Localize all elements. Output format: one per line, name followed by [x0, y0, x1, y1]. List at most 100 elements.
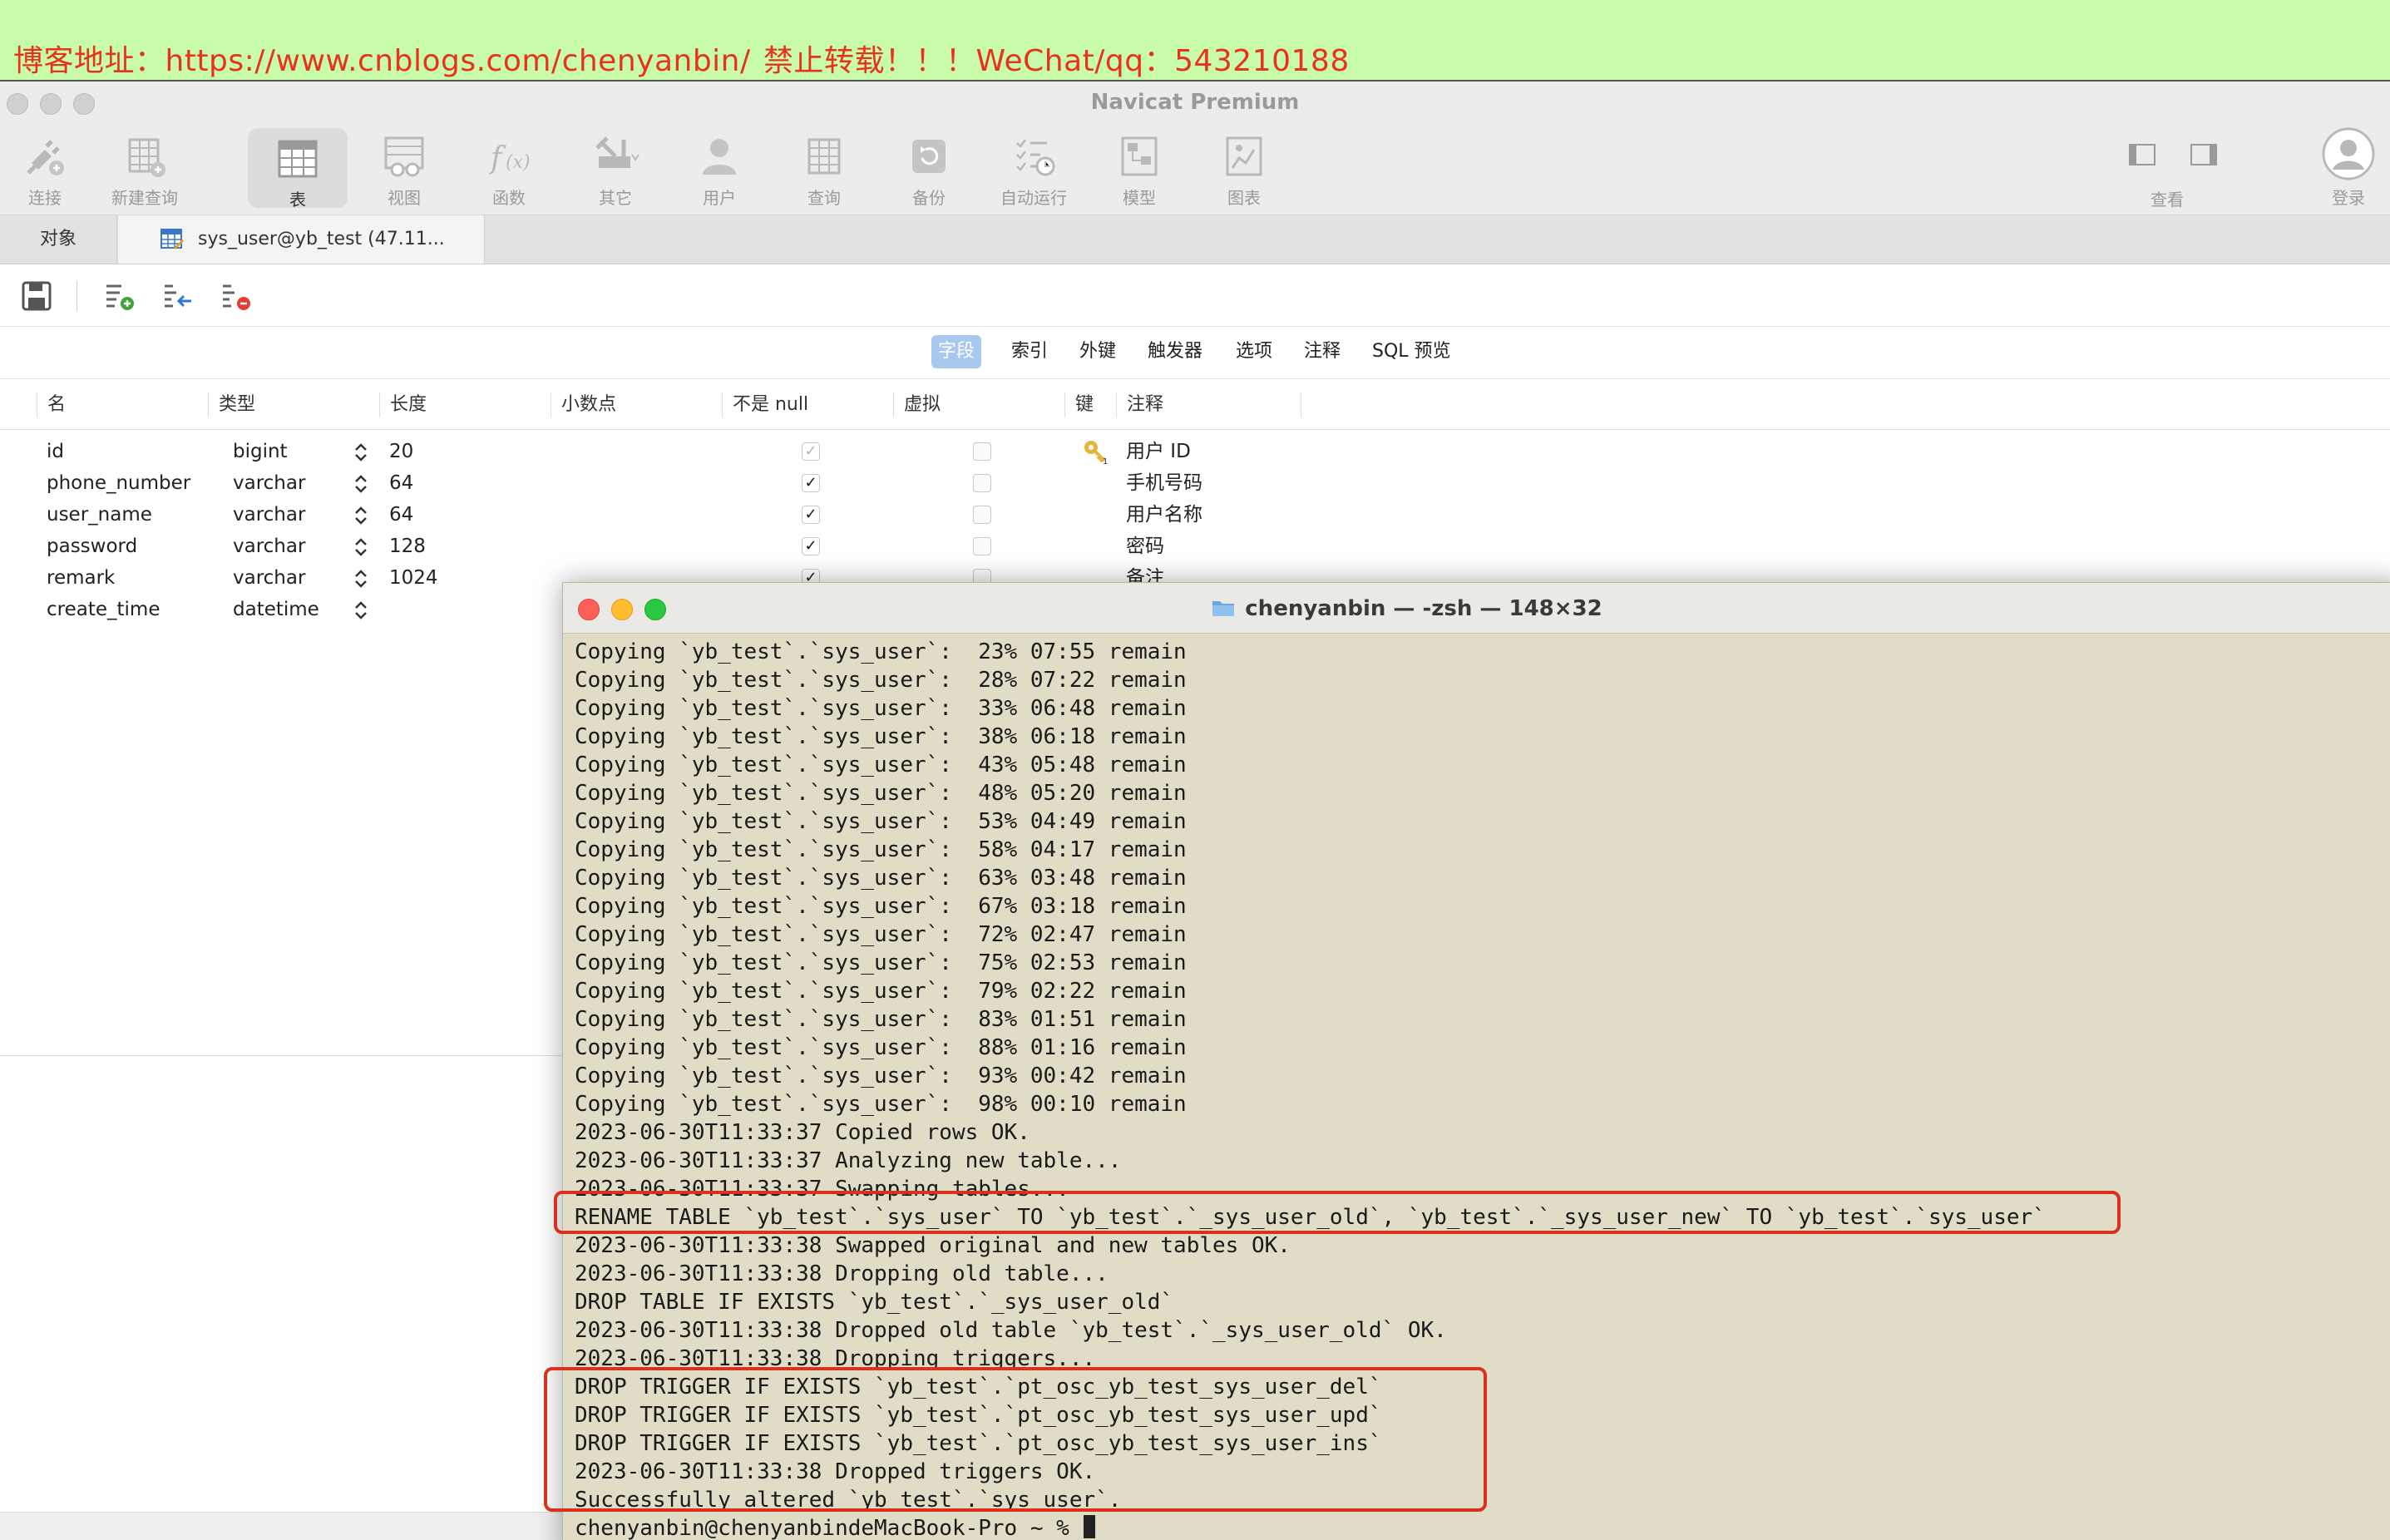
terminal-title: chenyanbin — -zsh — 148×32 — [563, 596, 2390, 621]
type-stepper-icon[interactable] — [353, 536, 369, 559]
field-type[interactable]: varchar — [233, 565, 305, 590]
field-name[interactable]: password — [47, 534, 137, 559]
terminal-line-text: Copying `yb_test`.`sys_user`: 38% 06:18 … — [575, 724, 1187, 749]
field-length[interactable]: 1024 — [389, 565, 438, 590]
tab-options[interactable]: 选项 — [1229, 335, 1279, 368]
column-header-not-null[interactable]: 不是 null — [722, 392, 808, 417]
not-null-checkbox[interactable]: ✓ — [802, 537, 820, 555]
toolbar-new-query-button[interactable]: 新建查询 — [95, 125, 195, 215]
terminal-line-text: Copying `yb_test`.`sys_user`: 28% 07:22 … — [575, 668, 1187, 693]
terminal-line: DROP TRIGGER IF EXISTS `yb_test`.`pt_osc… — [575, 1373, 2388, 1401]
column-header-comment[interactable]: 注释 — [1116, 392, 1163, 417]
column-header-virtual[interactable]: 虚拟 — [893, 392, 941, 417]
terminal-title-text: chenyanbin — -zsh — 148×32 — [1245, 596, 1602, 621]
insert-field-icon[interactable] — [161, 279, 195, 313]
terminal-line: RENAME TABLE `yb_test`.`sys_user` TO `yb… — [575, 1203, 2388, 1232]
type-stepper-icon[interactable] — [353, 472, 369, 496]
type-stepper-icon[interactable] — [353, 599, 369, 622]
terminal-line: Successfully altered `yb_test`.`sys_user… — [575, 1486, 2388, 1514]
tab-fields[interactable]: 字段 — [931, 335, 982, 368]
field-type[interactable]: bigint — [233, 439, 288, 464]
column-header-key[interactable]: 键 — [1064, 392, 1094, 417]
delete-field-icon[interactable] — [220, 279, 253, 313]
terminal-line-text: DROP TRIGGER IF EXISTS `yb_test`.`pt_osc… — [575, 1375, 1382, 1399]
tab-sys-user-table[interactable]: sys_user@yb_test (47.11... — [118, 215, 485, 264]
toolbar-connection-button[interactable]: 连接 — [0, 125, 95, 215]
svg-text:f: f — [488, 141, 506, 175]
toolbar-table-button[interactable]: 表 — [248, 128, 348, 210]
toolbar-chart-button[interactable]: 图表 — [1194, 125, 1294, 215]
left-panel-icon — [2129, 144, 2155, 165]
terminal-line-text: Copying `yb_test`.`sys_user`: 93% 00:42 … — [575, 1064, 1187, 1088]
toolbar-user-button[interactable]: 用户 — [669, 125, 769, 215]
toolbar-model-button[interactable]: 模型 — [1089, 125, 1189, 215]
tab-indexes[interactable]: 索引 — [1005, 335, 1054, 368]
terminal-output[interactable]: Copying `yb_test`.`sys_user`: 23% 07:55 … — [575, 638, 2388, 1540]
view-label: 查看 — [2151, 190, 2184, 210]
field-comment[interactable]: 密码 — [1126, 534, 1164, 559]
terminal-line: 2023-06-30T11:33:38 Dropping triggers... — [575, 1345, 2388, 1373]
toolbar-function-button[interactable]: f (x) 函数 — [459, 125, 559, 215]
field-comment[interactable]: 用户名称 — [1126, 502, 1202, 527]
toolbar-backup-button[interactable]: 备份 — [879, 125, 979, 215]
terminal-line-text: 2023-06-30T11:33:38 Dropped old table `y… — [575, 1318, 1447, 1343]
terminal-line: Copying `yb_test`.`sys_user`: 28% 07:22 … — [575, 666, 2388, 694]
field-type[interactable]: varchar — [233, 502, 305, 527]
field-type[interactable]: datetime — [233, 597, 319, 622]
column-header-type[interactable]: 类型 — [208, 392, 255, 417]
field-comment[interactable]: 手机号码 — [1126, 471, 1202, 496]
terminal-line: DROP TABLE IF EXISTS `yb_test`.`_sys_use… — [575, 1288, 2388, 1316]
login-button[interactable]: 登录 — [2299, 125, 2390, 215]
field-name[interactable]: user_name — [47, 502, 152, 527]
terminal-line: 2023-06-30T11:33:38 Dropped old table `y… — [575, 1316, 2388, 1345]
table-row[interactable]: user_name varchar 64 ✓ 用户名称 — [0, 499, 2390, 531]
save-icon[interactable] — [20, 279, 53, 313]
field-comment[interactable]: 用户 ID — [1126, 439, 1191, 464]
tab-sql-preview[interactable]: SQL 预览 — [1365, 335, 1458, 368]
virtual-checkbox[interactable] — [973, 442, 991, 461]
field-name[interactable]: id — [47, 439, 64, 464]
toolbar-automation-button[interactable]: 自动运行 — [984, 125, 1084, 215]
terminal-cursor — [1084, 1515, 1096, 1538]
primary-key-icon: 1 — [1084, 441, 1108, 466]
add-field-icon[interactable] — [103, 279, 136, 313]
field-length[interactable]: 64 — [389, 502, 413, 527]
field-length[interactable]: 20 — [389, 439, 413, 464]
type-stepper-icon[interactable] — [353, 504, 369, 527]
field-type[interactable]: varchar — [233, 534, 305, 559]
column-header-name[interactable]: 名 — [37, 392, 66, 417]
field-length[interactable]: 128 — [389, 534, 426, 559]
table-row[interactable]: phone_number varchar 64 ✓ 手机号码 — [0, 467, 2390, 499]
blog-address-text: 博客地址：https://www.cnblogs.com/chenyanbin/ — [13, 44, 751, 78]
field-name[interactable]: create_time — [47, 597, 160, 622]
toolbar-query-button[interactable]: 查询 — [774, 125, 874, 215]
terminal-line: Copying `yb_test`.`sys_user`: 67% 03:18 … — [575, 892, 2388, 921]
table-row[interactable]: id bigint 20 ✓ 1 用户 ID — [0, 436, 2390, 467]
field-name[interactable]: remark — [47, 565, 115, 590]
tab-comment[interactable]: 注释 — [1297, 335, 1347, 368]
virtual-checkbox[interactable] — [973, 506, 991, 524]
terminal-prompt-line: chenyanbin@chenyanbindeMacBook-Pro ~ % — [575, 1514, 2388, 1540]
field-name[interactable]: phone_number — [47, 471, 190, 496]
virtual-checkbox[interactable] — [973, 537, 991, 555]
field-type[interactable]: varchar — [233, 471, 305, 496]
tab-objects[interactable]: 对象 — [0, 215, 117, 264]
virtual-checkbox[interactable] — [973, 474, 991, 492]
type-stepper-icon[interactable] — [353, 567, 369, 590]
toolbar-view-button[interactable]: 视图 — [354, 125, 454, 215]
tab-triggers[interactable]: 触发器 — [1141, 335, 1209, 368]
not-null-checkbox[interactable]: ✓ — [802, 506, 820, 524]
main-toolbar: 连接 新建查询 表 视图 f (x) 函数 其它 用户 查询 备份 自动运行 模… — [0, 125, 2390, 215]
table-row[interactable]: password varchar 128 ✓ 密码 — [0, 531, 2390, 562]
query-icon — [807, 138, 841, 175]
type-stepper-icon[interactable] — [353, 441, 369, 464]
function-icon: f (x) — [488, 141, 531, 175]
field-length[interactable]: 64 — [389, 471, 413, 496]
not-null-checkbox[interactable]: ✓ — [802, 442, 820, 461]
not-null-checkbox[interactable]: ✓ — [802, 474, 820, 492]
toolbar-other-button[interactable]: 其它 — [565, 125, 665, 215]
tab-foreign-keys[interactable]: 外键 — [1073, 335, 1123, 368]
terminal-line: Copying `yb_test`.`sys_user`: 23% 07:55 … — [575, 638, 2388, 666]
column-header-decimals[interactable]: 小数点 — [551, 392, 616, 417]
column-header-length[interactable]: 长度 — [379, 392, 427, 417]
